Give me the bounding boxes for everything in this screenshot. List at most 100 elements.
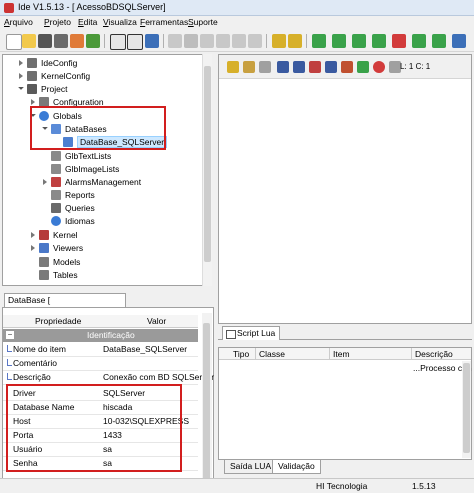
tree-node-label: AlarmsManagement: [65, 177, 142, 187]
delete-icon[interactable]: [248, 34, 262, 48]
tab-script-lua[interactable]: Script Lua: [222, 326, 281, 340]
info-icon[interactable]: [145, 34, 159, 48]
paste-icon[interactable]: [243, 61, 255, 73]
connect-g-icon[interactable]: [392, 34, 406, 48]
expander-icon[interactable]: [43, 179, 47, 185]
copy-icon[interactable]: [168, 34, 182, 48]
expander-icon[interactable]: [31, 245, 35, 251]
menu-ferramentas[interactable]: Ferramentas: [140, 17, 188, 27]
highlight-box-databases: [30, 106, 166, 150]
status-bar: HI Tecnologia 1.5.13: [0, 478, 474, 493]
group-label: Identificação: [87, 330, 135, 340]
messages-scrollbar[interactable]: [462, 361, 471, 458]
property-row[interactable]: Nome do item DataBase_SQLServer: [3, 343, 198, 357]
tab-validacao[interactable]: Validação: [272, 460, 321, 474]
alarm-icon: [51, 177, 61, 187]
connect-d-icon[interactable]: [332, 34, 346, 48]
column-header-descricao: Descrição: [415, 349, 453, 359]
connect-c-icon[interactable]: [312, 34, 326, 48]
cut-icon[interactable]: [184, 34, 198, 48]
project-icon: [27, 84, 37, 94]
property-grid-header: Propriedade Valor: [3, 315, 198, 328]
expander-icon[interactable]: [31, 232, 35, 238]
tree-node-label: KernelConfig: [41, 71, 91, 81]
collapse-icon[interactable]: −: [6, 331, 14, 339]
property-key: Descrição: [13, 372, 51, 382]
cut-icon[interactable]: [259, 61, 271, 73]
property-panel-tab[interactable]: DataBase [ DataBase_SQLServer ]: [4, 293, 126, 315]
tree-leaf-icon: [7, 359, 12, 366]
menu-visualiza[interactable]: Visualiza: [103, 17, 137, 27]
connect-h-icon[interactable]: [412, 34, 426, 48]
property-group-identificacao[interactable]: − Identificação: [3, 329, 198, 342]
connect-b-icon[interactable]: [288, 34, 302, 48]
property-row[interactable]: Descrição Conexão com BD SQLServer: [3, 371, 214, 385]
tree-node-label: Models: [53, 257, 81, 267]
main-toolbar: [0, 30, 474, 52]
save-icon[interactable]: [38, 34, 52, 48]
expander-icon[interactable]: [19, 73, 23, 79]
paste-icon[interactable]: [200, 34, 214, 48]
column-header-property: Propriedade: [35, 316, 82, 326]
stop-icon[interactable]: [373, 61, 385, 73]
menu-projeto[interactable]: Projeto: [44, 17, 71, 27]
tab-saida-lua[interactable]: Saída LUA: [224, 460, 278, 474]
output-tabs: Saída LUA Validação: [218, 460, 472, 474]
toolbar-separator: [266, 34, 267, 48]
tree-scrollbar[interactable]: [202, 54, 212, 286]
connect-e-icon[interactable]: [352, 34, 366, 48]
menu-edita[interactable]: Edita: [78, 17, 97, 27]
property-value[interactable]: Conexão com BD SQLServer: [103, 372, 214, 382]
scrollbar-thumb[interactable]: [203, 323, 210, 483]
tree-node-label: GlbTextLists: [65, 151, 112, 161]
toolbar-separator: [104, 34, 105, 48]
find-icon[interactable]: [277, 61, 289, 73]
model-icon: [39, 257, 49, 267]
property-scrollbar[interactable]: [202, 313, 212, 491]
column-divider: [255, 348, 256, 360]
connect-icon[interactable]: [272, 34, 286, 48]
find-next-icon[interactable]: [293, 61, 305, 73]
view-tree-icon[interactable]: [110, 34, 126, 50]
expander-icon[interactable]: [19, 60, 23, 66]
column-divider: [411, 348, 412, 360]
redo-icon[interactable]: [232, 34, 246, 48]
report-icon: [51, 190, 61, 200]
undo-icon[interactable]: [216, 34, 230, 48]
settings-icon[interactable]: [86, 34, 100, 48]
config-icon: [27, 58, 37, 68]
compile-icon[interactable]: [341, 61, 353, 73]
project-tree[interactable]: IdeConfig KernelConfig Project Configura…: [2, 54, 212, 286]
copy-icon[interactable]: [227, 61, 239, 73]
text-list-icon: [51, 151, 61, 161]
column-divider: [329, 348, 330, 360]
connect-j-icon[interactable]: [452, 34, 466, 48]
tree-node-label: Tables: [53, 270, 78, 280]
run-icon[interactable]: [357, 61, 369, 73]
property-row[interactable]: Comentário: [3, 357, 198, 371]
replace-icon[interactable]: [309, 61, 321, 73]
message-row[interactable]: ...Processo con: [219, 362, 472, 375]
view-list-icon[interactable]: [127, 34, 143, 50]
status-company: HI Tecnologia: [316, 481, 368, 491]
goto-icon[interactable]: [325, 61, 337, 73]
script-editor[interactable]: [218, 54, 472, 324]
property-value[interactable]: DataBase_SQLServer: [103, 344, 187, 354]
menu-arquivo[interactable]: Arquivo: [4, 17, 33, 27]
build-icon[interactable]: [70, 34, 84, 48]
highlight-box-connection: [6, 384, 182, 472]
scrollbar-thumb[interactable]: [204, 66, 211, 262]
toolbar-separator: [163, 34, 164, 48]
connect-f-icon[interactable]: [372, 34, 386, 48]
expander-icon[interactable]: [18, 84, 24, 90]
column-header-value: Valor: [147, 316, 167, 326]
new-icon[interactable]: [6, 34, 22, 50]
expander-icon[interactable]: [31, 99, 35, 105]
connect-i-icon[interactable]: [432, 34, 446, 48]
viewer-icon: [39, 243, 49, 253]
menu-suporte[interactable]: Suporte: [188, 17, 218, 27]
open-icon[interactable]: [22, 34, 36, 48]
save-all-icon[interactable]: [54, 34, 68, 48]
scrollbar-thumb[interactable]: [463, 363, 470, 453]
column-header-item: Item: [333, 349, 350, 359]
